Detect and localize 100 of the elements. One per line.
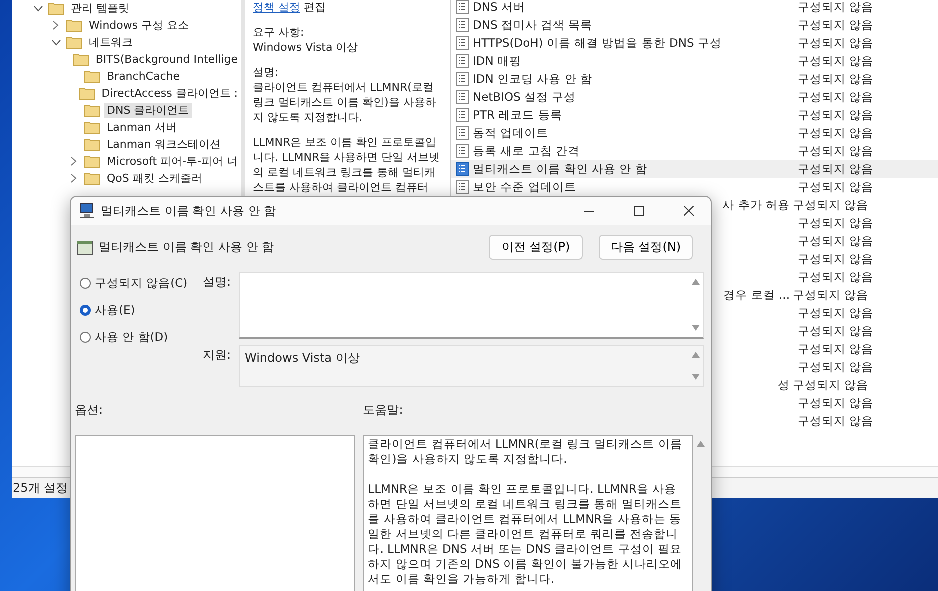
tree-item[interactable]: Lanman 서버 (104, 120, 180, 135)
policy-row[interactable]: IDN 매핑 구성되지 않음 (451, 52, 938, 70)
policy-name: 동적 업데이트 (473, 126, 549, 140)
supported-label: 지원: (203, 347, 232, 364)
chevron-right-icon[interactable] (71, 157, 77, 166)
nav-button[interactable]: 다음 설정(N) (599, 235, 693, 260)
description-text: 요구 사항: Windows Vista 이상 (253, 25, 360, 55)
radio-label[interactable]: 사용(E) (95, 303, 136, 318)
policy-name: IDN 인코딩 사용 안 함 (473, 72, 592, 86)
policy-name: NetBIOS 설정 구성 (473, 90, 576, 104)
description-text: LLMNR은 보조 이름 확인 프로토콜입니다. LLMNR을 사용하면 단일 서브넷의 로컬 네트워크 링크를 통해 멀티캐스트를 사용하여 클라이언트 컴퓨터 (253, 135, 442, 195)
policy-state: 구성되지 않음 (793, 378, 869, 392)
link-suffix: 편집 (304, 1, 326, 14)
policy-state: 구성되지 않음 (798, 414, 874, 428)
policy-state: 구성되지 않음 (798, 36, 874, 50)
radio-label[interactable]: 사용 안 함(D) (95, 330, 168, 345)
policy-state: 구성되지 않음 (798, 54, 874, 68)
tree-item[interactable]: DirectAccess 클라이언트 : (98, 86, 241, 101)
policy-state: 구성되지 않음 (798, 396, 874, 410)
radio-button[interactable] (80, 332, 91, 343)
policy-name: PTR 레코드 등록 (473, 108, 562, 122)
help-text: 클라이언트 컴퓨터에서 LLMNR(로컬 링크 멀티캐스트 이름 확인)을 사용하지 않도록 지정합니다. (368, 437, 684, 467)
policy-row[interactable]: 보안 수준 업데이트 구성되지 않음 (451, 178, 938, 196)
policy-name: 보안 수준 업데이트 (473, 180, 576, 194)
policy-icon (456, 18, 469, 32)
folder-icon (84, 138, 100, 151)
tree-item[interactable]: Microsoft 피어-투-피어 너 (104, 154, 241, 169)
tree-item[interactable]: QoS 패킷 스케줄러 (104, 171, 206, 186)
policy-row[interactable]: NetBIOS 설정 구성 구성되지 않음 (451, 88, 938, 106)
scroll-up-icon[interactable] (697, 441, 706, 447)
tree-item[interactable]: 관리 템플릿 (68, 1, 132, 16)
scroll-down-icon[interactable] (692, 325, 700, 331)
tree-item[interactable]: DNS 클라이언트 (104, 103, 192, 118)
policy-icon (456, 54, 469, 68)
folder-icon (78, 87, 95, 100)
policy-icon (456, 180, 469, 194)
folder-icon (66, 36, 82, 49)
tree-item[interactable]: 네트워크 (86, 35, 136, 50)
tree-item[interactable]: Lanman 워크스테이션 (104, 137, 224, 152)
policy-state: 구성되지 않음 (798, 324, 874, 338)
edit-policy-link[interactable]: 정책 설정 (253, 1, 300, 14)
help-label: 도움말: (363, 402, 404, 419)
policy-name: DNS 서버 (473, 0, 526, 14)
radio-label[interactable]: 구성되지 않음(C) (95, 276, 188, 291)
policy-state: 구성되지 않음 (798, 90, 874, 104)
policy-state: 구성되지 않음 (798, 126, 874, 140)
tree-item[interactable]: BITS(Background Intellige (92, 53, 241, 66)
supported-text: Windows Vista 이상 (244, 350, 361, 367)
radio-button[interactable] (80, 305, 91, 316)
policy-name: DNS 접미사 검색 목록 (473, 18, 593, 32)
chevron-down-icon[interactable] (34, 6, 42, 12)
scroll-up-icon[interactable] (692, 352, 700, 358)
policy-name: 경우 로컬 ... (724, 288, 790, 302)
policy-row[interactable]: DNS 서버 구성되지 않음 (451, 0, 938, 16)
policy-state: 구성되지 않음 (798, 216, 874, 230)
policy-state: 구성되지 않음 (798, 180, 874, 194)
policy-name: 등록 새로 고침 간격 (473, 144, 580, 158)
policy-title: 멀티캐스트 이름 확인 사용 안 함 (99, 239, 276, 256)
policy-state: 구성되지 않음 (798, 72, 874, 86)
policy-row[interactable]: DNS 접미사 검색 목록 구성되지 않음 (451, 16, 938, 34)
scroll-down-icon[interactable] (692, 374, 700, 380)
policy-state: 구성되지 않음 (793, 198, 869, 212)
maximize-icon (634, 206, 644, 216)
policy-row[interactable]: PTR 레코드 등록 구성되지 않음 (451, 106, 938, 124)
folder-icon (72, 53, 89, 66)
policy-state: 구성되지 않음 (798, 270, 874, 284)
policy-icon (456, 108, 469, 122)
policy-icon (456, 144, 469, 158)
radio-button[interactable] (80, 278, 91, 289)
policy-state: 구성되지 않음 (798, 252, 874, 266)
policy-row[interactable]: 동적 업데이트 구성되지 않음 (451, 124, 938, 142)
computer-icon (79, 203, 95, 219)
policy-state: 구성되지 않음 (798, 144, 874, 158)
settings-window-icon (77, 240, 93, 256)
policy-row[interactable]: IDN 인코딩 사용 안 함 구성되지 않음 (451, 70, 938, 88)
scroll-up-icon[interactable] (692, 279, 700, 285)
nav-button[interactable]: 이전 설정(P) (489, 235, 583, 260)
folder-icon (84, 121, 100, 134)
description-text: 설명: 클라이언트 컴퓨터에서 LLMNR(로컬 링크 멀티캐스트 이름 확인)을 사용하지 않도록 지정합니다. (253, 65, 438, 125)
policy-icon (456, 36, 469, 50)
help-text: LLMNR은 보조 이름 확인 프로토콜입니다. LLMNR을 사용하면 단일 서브넷의 로컬 네트워크 링크를 통해 멀티캐스트를 사용하여 클라이언트 컴퓨터에서 LLMNR을 사용하는 동일한 서브넷의 다른 클라이언트 컴퓨터로 쿼리를 전송합니다. LLMNR은 DNS 서버 또는 DNS 클라이언트 구성이 필요하지 않으며 기존의 DNS 이름 확인이 불가능한 시나리오에서도 이름 확인을 가능하게 합니다. (368, 482, 684, 587)
policy-row[interactable]: 멀티캐스트 이름 확인 사용 안 함 구성되지 않음 (451, 160, 938, 178)
status-text: 25개 설정 (13, 480, 68, 496)
policy-state: 구성되지 않음 (798, 108, 874, 122)
tree-item[interactable]: Windows 구성 요소 (86, 18, 192, 33)
chevron-right-icon[interactable] (71, 174, 77, 183)
policy-state: 구성되지 않음 (798, 18, 874, 32)
folder-icon (84, 155, 100, 168)
tree-item[interactable]: BranchCache (104, 70, 184, 83)
policy-state: 구성되지 않음 (798, 342, 874, 356)
chevron-down-icon[interactable] (52, 40, 60, 46)
policy-icon (456, 90, 469, 104)
folder-icon (66, 19, 82, 32)
policy-row[interactable]: 등록 새로 고침 간격 구성되지 않음 (451, 142, 938, 160)
chevron-right-icon[interactable] (53, 21, 59, 30)
policy-row[interactable]: HTTPS(DoH) 이름 해결 방법을 통한 DNS 구성 구성되지 않음 (451, 34, 938, 52)
policy-state: 구성되지 않음 (793, 288, 869, 302)
comment-field[interactable] (239, 272, 704, 339)
policy-name: IDN 매핑 (473, 54, 522, 68)
folder-icon (84, 172, 100, 185)
